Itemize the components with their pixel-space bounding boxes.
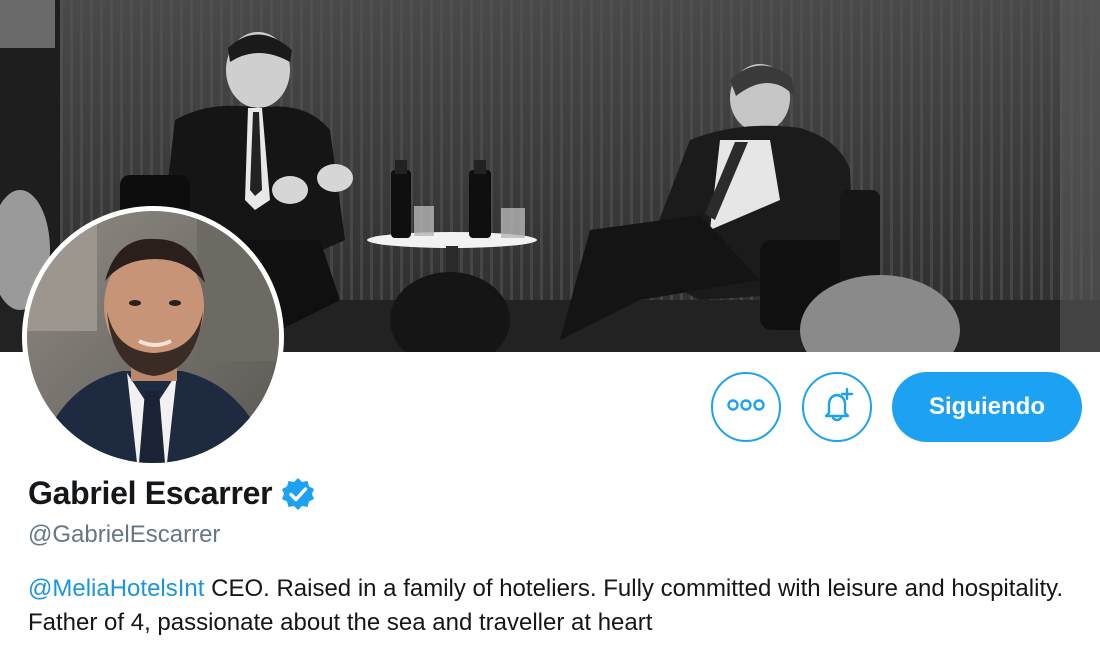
avatar-photo <box>27 211 279 463</box>
display-name: Gabriel Escarrer <box>28 475 273 511</box>
profile-handle: @GabrielEscarrer <box>28 521 221 548</box>
bio-mention-link[interactable]: @MeliaHotelsInt <box>28 575 204 602</box>
notifications-button[interactable] <box>802 372 872 442</box>
profile-name-row: Gabriel Escarrer <box>28 475 316 512</box>
more-options-button[interactable] <box>711 372 781 442</box>
profile-page: Siguiendo Gabriel Escarrer @GabrielEscar… <box>0 0 1100 657</box>
profile-bio: @MeliaHotelsInt CEO. Raised in a family … <box>28 572 1088 640</box>
bell-plus-icon <box>817 385 857 430</box>
verified-badge-icon <box>280 476 316 512</box>
more-dots-icon <box>726 398 766 416</box>
profile-avatar[interactable] <box>22 206 284 468</box>
following-button[interactable]: Siguiendo <box>892 372 1082 442</box>
